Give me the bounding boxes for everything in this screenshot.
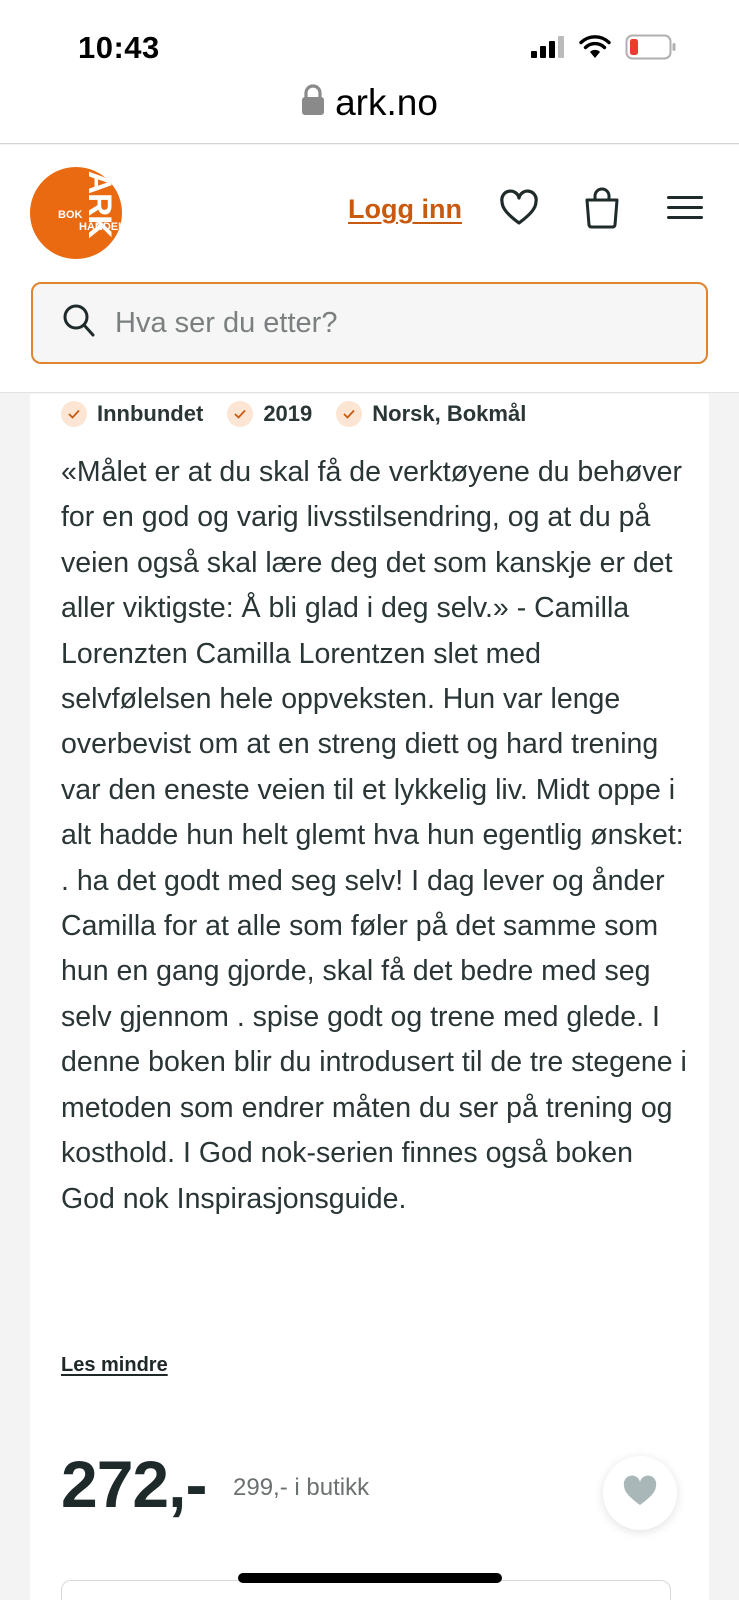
add-to-cart-area[interactable] — [61, 1580, 671, 1600]
ark-logo[interactable]: ARK BOK HANDEL — [30, 167, 122, 259]
site-header: ARK BOK HANDEL Logg inn Hva ser du etter… — [0, 145, 739, 393]
wifi-icon — [579, 35, 611, 64]
tag-language: Norsk, Bokmål — [336, 401, 526, 427]
favorite-button[interactable] — [603, 1456, 677, 1530]
status-time: 10:43 — [78, 30, 160, 65]
product-description: «Målet er at du skal få de verktøyene du… — [61, 456, 687, 1215]
cellular-signal-icon — [531, 36, 565, 63]
product-tags: Innbundet 2019 Norsk, Bokmål — [61, 401, 550, 427]
home-indicator[interactable] — [238, 1573, 502, 1583]
shopping-bag-icon[interactable] — [583, 187, 621, 234]
store-price: 299,- i butikk — [233, 1474, 370, 1501]
search-input[interactable]: Hva ser du etter? — [31, 282, 708, 364]
status-bar: 10:43 — [0, 0, 739, 82]
check-icon — [61, 401, 87, 427]
product-card: Innbundet 2019 Norsk, Bokmål «Målet er a… — [30, 394, 709, 1600]
search-placeholder: Hva ser du etter? — [115, 306, 338, 339]
logo-bok-text: BOK — [58, 209, 83, 221]
tag-year: 2019 — [227, 401, 312, 427]
tag-label: Norsk, Bokmål — [372, 401, 527, 426]
check-icon — [227, 401, 254, 427]
login-link[interactable]: Logg inn — [348, 194, 462, 225]
status-icons — [531, 34, 677, 65]
browser-url-bar[interactable]: ark.no — [0, 82, 739, 144]
tag-label: 2019 — [263, 401, 313, 426]
url-text: ark.no — [335, 81, 438, 123]
logo-handel-text: HANDEL — [79, 221, 122, 233]
heart-icon[interactable] — [499, 189, 539, 234]
heart-filled-icon — [622, 1475, 658, 1512]
battery-icon — [625, 34, 677, 65]
menu-icon[interactable] — [667, 194, 703, 227]
check-icon — [336, 401, 363, 427]
price: 272,- — [61, 1447, 207, 1521]
search-icon — [63, 304, 95, 343]
read-less-link[interactable]: Les mindre — [61, 1354, 168, 1377]
tag-label: Innbundet — [97, 401, 204, 426]
tag-binding: Innbundet — [61, 401, 203, 427]
lock-icon — [301, 84, 325, 121]
